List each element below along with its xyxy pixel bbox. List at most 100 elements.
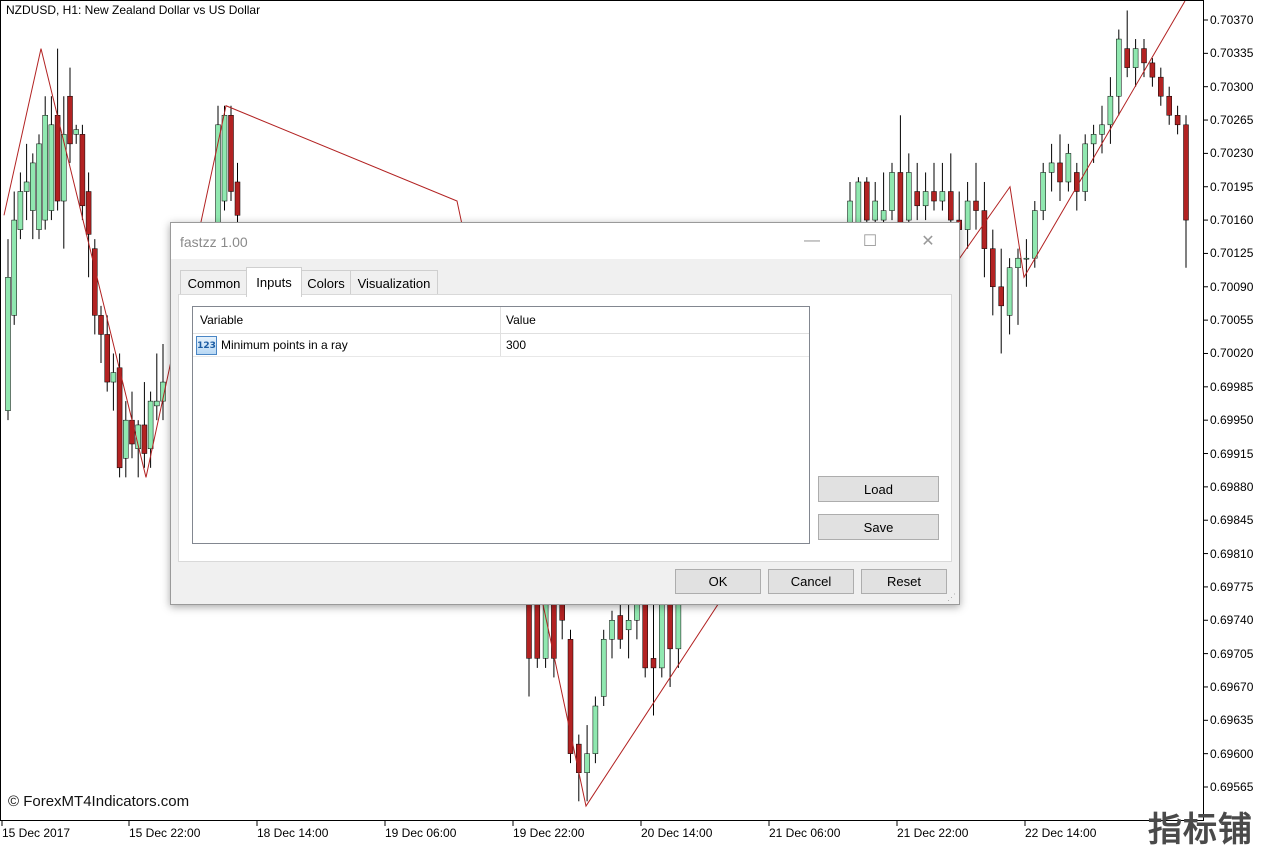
candle-bear xyxy=(1074,172,1080,192)
candle-bull xyxy=(1099,124,1105,135)
candle-bull xyxy=(154,400,160,407)
table-row[interactable]: 123 Minimum points in a ray 300 xyxy=(193,334,809,357)
time-axis-label: 22 Dec 14:00 xyxy=(1025,826,1097,840)
variable-name: Minimum points in a ray xyxy=(221,338,348,352)
candle-bear xyxy=(1057,162,1063,183)
price-axis-label: 0.69775 xyxy=(1210,579,1254,594)
candle-bull xyxy=(964,200,971,230)
close-icon[interactable]: ✕ xyxy=(913,229,943,253)
tab-visualization[interactable]: Visualization xyxy=(350,270,438,295)
price-axis-label: 0.69810 xyxy=(1210,546,1254,561)
candle-bull xyxy=(889,172,895,211)
candle-bear xyxy=(567,639,574,754)
candle-bull xyxy=(42,115,48,221)
candle-bull xyxy=(584,753,590,773)
tab-common[interactable]: Common xyxy=(180,270,248,295)
candle-bull xyxy=(147,400,154,450)
reset-button[interactable]: Reset xyxy=(861,569,947,594)
time-axis-label: 19 Dec 22:00 xyxy=(513,826,585,840)
candle-bear xyxy=(576,743,582,773)
corner-logo: 指标铺 xyxy=(1148,810,1253,850)
candle-bear xyxy=(54,115,61,202)
minimize-icon[interactable]: — xyxy=(797,229,827,253)
candle-bull xyxy=(1023,257,1030,260)
price-axis-label: 0.70370 xyxy=(1210,13,1254,27)
candle-bull xyxy=(1082,143,1088,192)
candle-bull xyxy=(110,372,117,383)
candle-bull xyxy=(1116,38,1122,97)
candle-bear xyxy=(141,424,148,454)
price-axis-label: 0.70230 xyxy=(1210,146,1254,161)
candle-bear xyxy=(914,191,920,207)
tab-inputs[interactable]: Inputs xyxy=(246,267,302,297)
time-axis-label: 19 Dec 06:00 xyxy=(385,826,457,840)
time-axis-label: 15 Dec 2017 xyxy=(2,826,71,840)
price-axis-label: 0.69705 xyxy=(1210,646,1254,661)
price-axis-label: 0.69950 xyxy=(1210,413,1254,428)
price-axis-label: 0.70265 xyxy=(1210,113,1254,128)
column-header-value[interactable]: Value xyxy=(506,307,536,333)
price-axis-label: 0.69740 xyxy=(1210,613,1254,628)
time-axis-label: 21 Dec 22:00 xyxy=(897,826,969,840)
price-axis-label: 0.69880 xyxy=(1210,479,1254,494)
candle-bull xyxy=(625,620,632,631)
candle-bull xyxy=(1132,48,1139,68)
price-axis-label: 0.70020 xyxy=(1210,346,1254,361)
candle-bear xyxy=(973,200,979,211)
candle-bull xyxy=(592,705,599,754)
candle-bear xyxy=(1141,48,1147,64)
number-type-icon: 123 xyxy=(196,336,217,355)
candle-bear xyxy=(617,615,624,640)
time-axis-label: 18 Dec 14:00 xyxy=(257,826,329,840)
candle-bull xyxy=(61,134,67,202)
time-axis-label: 21 Dec 06:00 xyxy=(769,826,841,840)
variable-value[interactable]: 300 xyxy=(506,334,526,356)
candle-bull xyxy=(5,277,11,411)
price-axis-label: 0.70300 xyxy=(1210,79,1254,94)
watermark: © ForexMT4Indicators.com xyxy=(8,793,190,810)
candle-bull xyxy=(880,210,887,221)
time-axis-label: 15 Dec 22:00 xyxy=(129,826,201,840)
candle-bull xyxy=(906,172,912,221)
cancel-button[interactable]: Cancel xyxy=(768,569,854,594)
price-axis-label: 0.69635 xyxy=(1210,713,1254,728)
column-header-variable[interactable]: Variable xyxy=(200,307,243,333)
price-axis-label: 0.69845 xyxy=(1210,513,1254,528)
candle-bear xyxy=(234,181,241,216)
candle-bear xyxy=(98,315,104,335)
maximize-icon[interactable]: ☐ xyxy=(855,229,885,253)
indicator-properties-dialog: fastzz 1.00 — ☐ ✕ Common Inputs Colors V… xyxy=(170,222,960,605)
price-axis-label: 0.70055 xyxy=(1210,313,1254,328)
candle-bull xyxy=(1040,172,1046,211)
candle-bull xyxy=(48,124,55,211)
price-axis-label: 0.69600 xyxy=(1210,746,1254,761)
candle-bear xyxy=(1183,124,1189,221)
price-axis-label: 0.69565 xyxy=(1210,780,1254,794)
price-axis-label: 0.69985 xyxy=(1210,379,1254,394)
ok-button[interactable]: OK xyxy=(675,569,761,594)
candle-bull xyxy=(922,191,929,207)
save-button[interactable]: Save xyxy=(818,514,939,540)
tab-colors[interactable]: Colors xyxy=(300,270,352,295)
candle-bear xyxy=(948,191,954,221)
candle-bear xyxy=(1149,62,1156,78)
candle-bear xyxy=(1174,115,1181,126)
resize-grip-icon[interactable]: ⋰ xyxy=(947,592,957,602)
dialog-titlebar[interactable]: fastzz 1.00 — ☐ ✕ xyxy=(171,223,959,259)
price-axis-label: 0.70195 xyxy=(1210,179,1254,194)
candle-bull xyxy=(1006,267,1013,316)
candle-bear xyxy=(864,181,870,221)
candle-bull xyxy=(221,115,228,202)
time-axis-label: 20 Dec 14:00 xyxy=(641,826,713,840)
candle-bull xyxy=(30,162,36,211)
price-axis-label: 0.69670 xyxy=(1210,679,1254,694)
candle-bear xyxy=(1166,95,1172,116)
candle-bull xyxy=(939,191,946,202)
candle-bull xyxy=(600,639,607,697)
candle-bull xyxy=(1015,257,1021,268)
price-axis-label: 0.69915 xyxy=(1210,446,1254,461)
price-axis-label: 0.70125 xyxy=(1210,246,1254,261)
candle-bull xyxy=(17,191,24,230)
inputs-panel: Variable Value 123 Minimum points in a r… xyxy=(178,294,952,562)
load-button[interactable]: Load xyxy=(818,476,939,502)
